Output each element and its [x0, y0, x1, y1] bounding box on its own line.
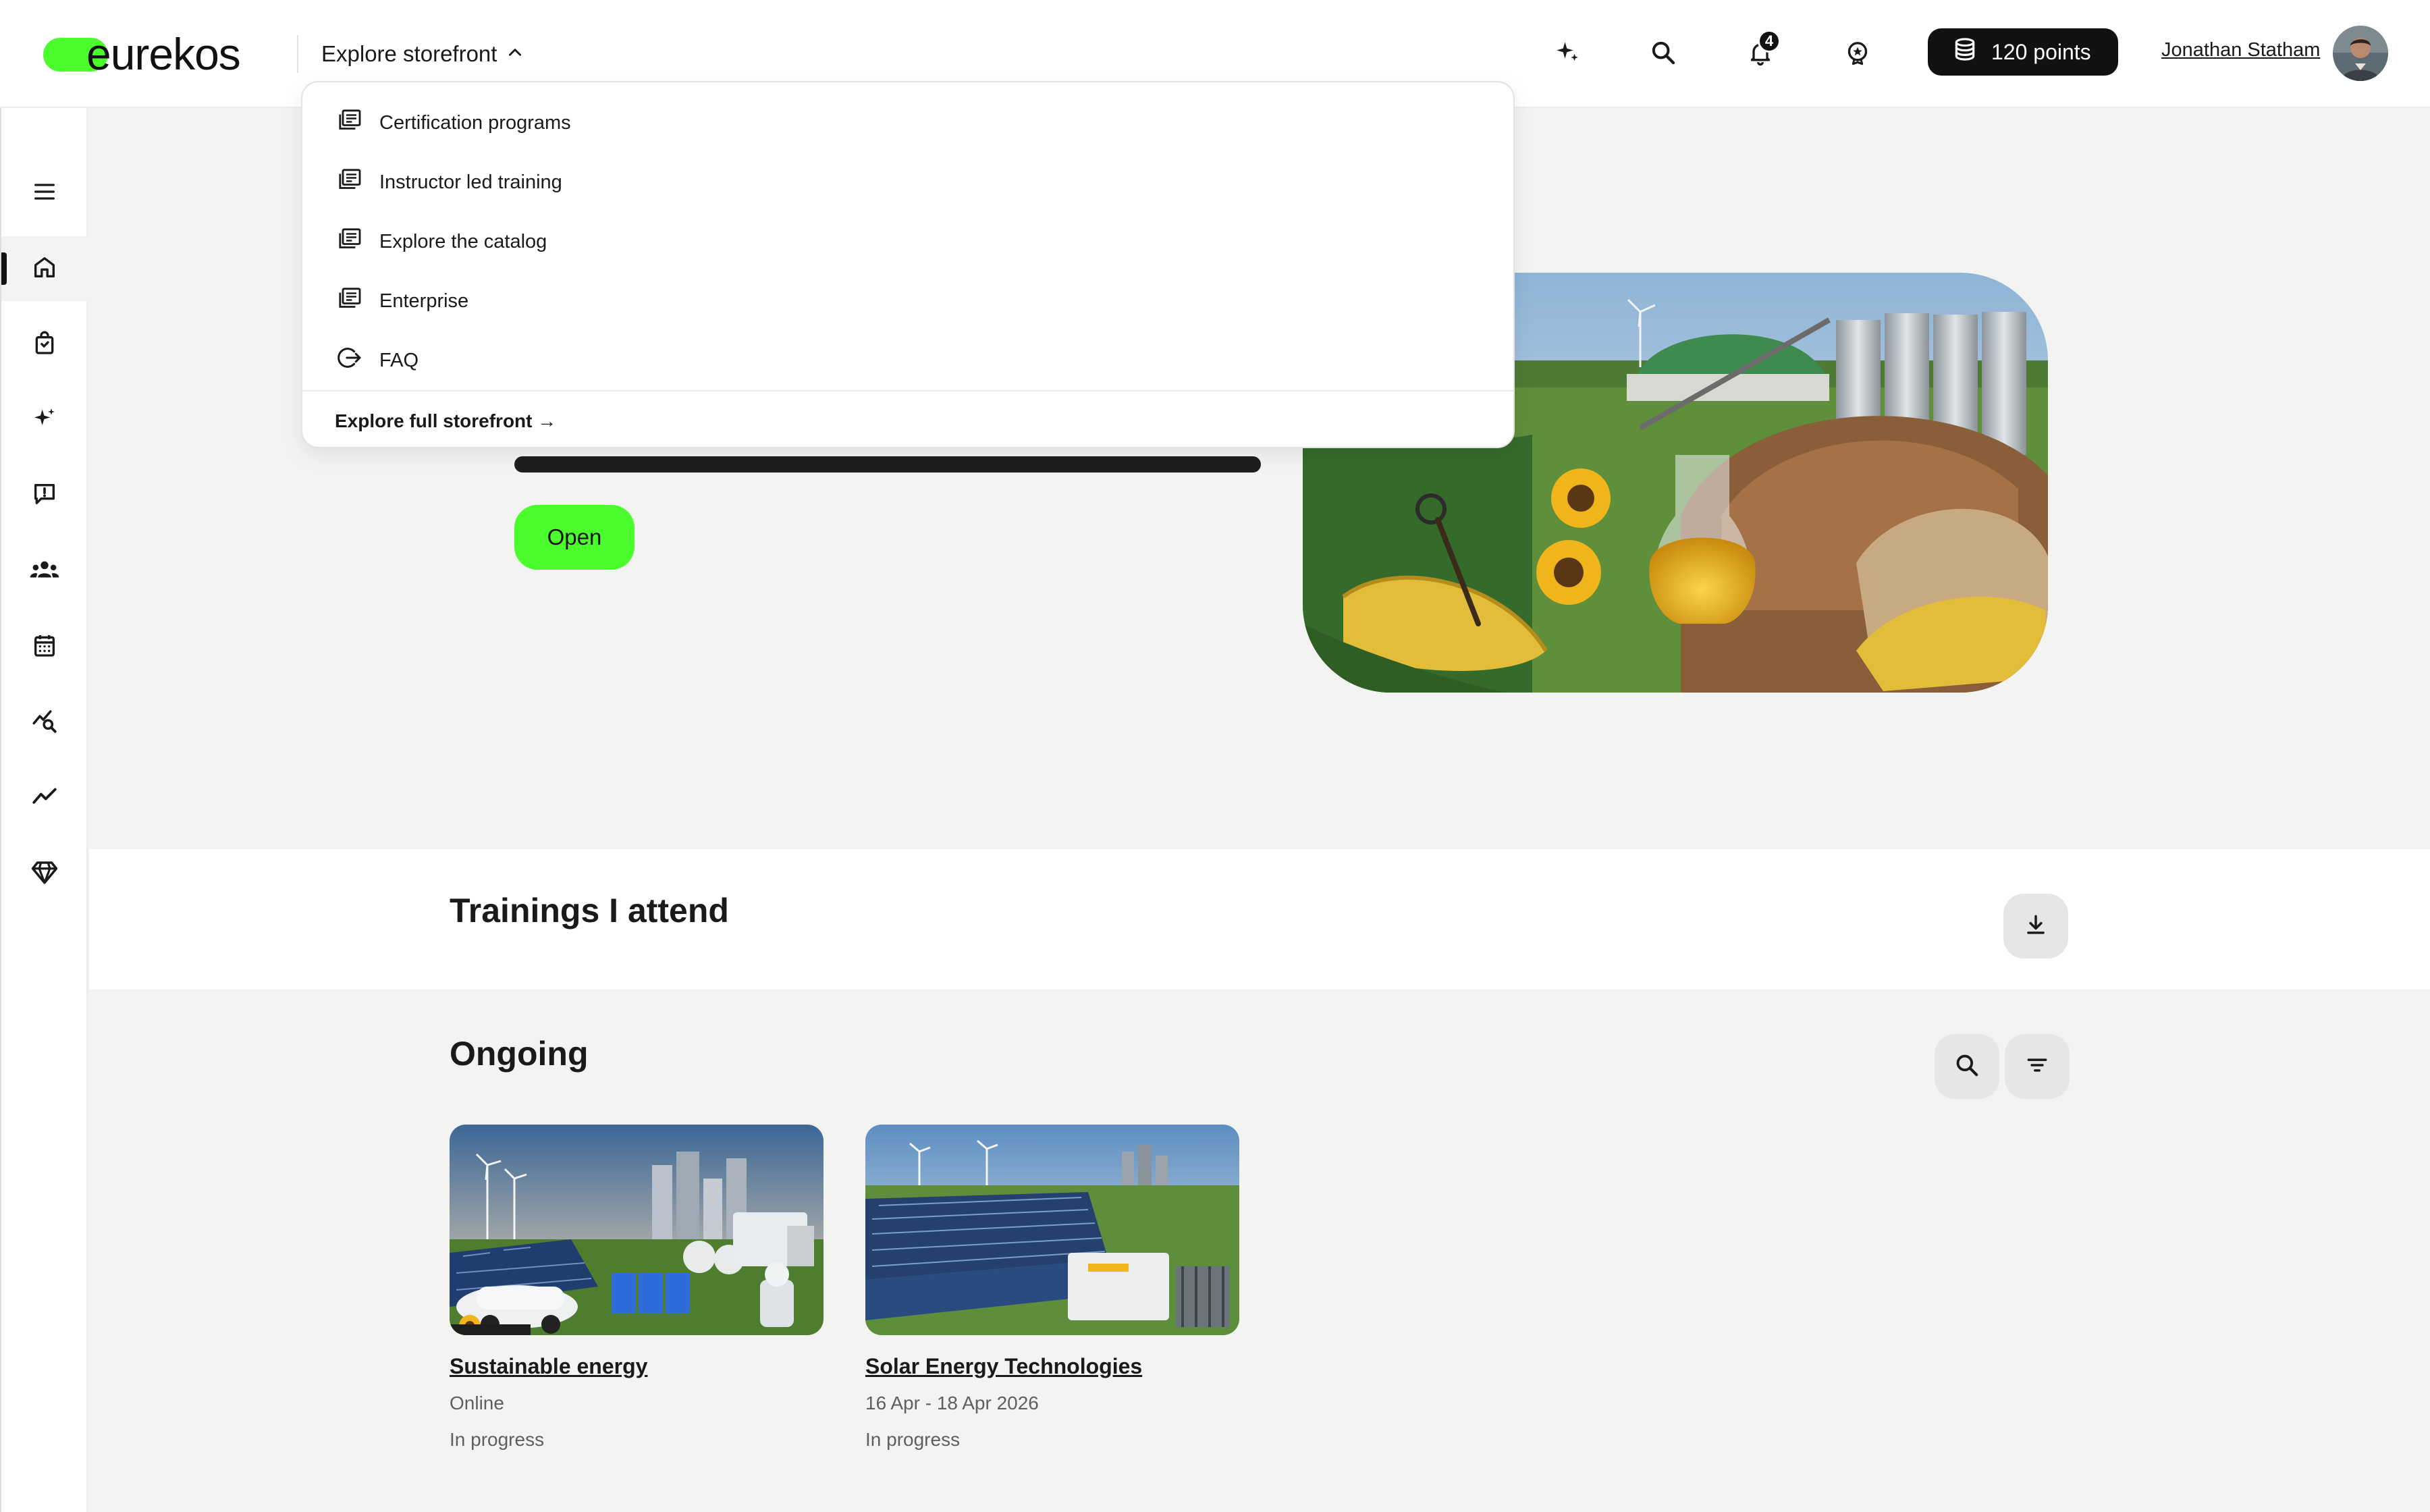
analytics-search-icon [30, 707, 59, 738]
menu-item-faq[interactable]: FAQ [336, 340, 418, 381]
download-icon [2023, 912, 2049, 941]
card-status: In progress [865, 1429, 961, 1450]
notifications-button[interactable]: 4 [1739, 30, 1782, 76]
ongoing-title: Ongoing [450, 1035, 589, 1073]
chevron-up-icon [506, 41, 524, 67]
ongoing-search-button[interactable] [1935, 1034, 1999, 1099]
explore-storefront-toggle[interactable]: Explore storefront [321, 34, 524, 74]
explore-storefront-dropdown: Certification programs Instructor led tr… [301, 81, 1515, 448]
solar-energy-thumbnail [865, 1125, 1239, 1335]
sidebar-item-analytics[interactable] [1, 690, 88, 755]
sidebar-item-calendar[interactable] [1, 614, 88, 679]
sidebar-item-groups[interactable] [1, 539, 88, 603]
hero-progress-bar [514, 456, 1261, 473]
sparkle-icon [31, 405, 58, 435]
document-list-icon [336, 285, 363, 317]
menu-item-explore-catalog[interactable]: Explore the catalog [336, 221, 547, 262]
groups-icon [29, 556, 60, 587]
diamond-icon [30, 858, 59, 890]
menu-item-enterprise[interactable]: Enterprise [336, 281, 468, 321]
menu-item-label: Enterprise [379, 290, 469, 312]
sidebar-menu-toggle[interactable] [1, 161, 88, 225]
points-button[interactable]: 120 points [1928, 28, 2118, 76]
menu-item-certification-programs[interactable]: Certification programs [336, 103, 571, 143]
training-card[interactable]: Sustainable energy Online In progress [450, 1125, 824, 1451]
card-status: In progress [450, 1429, 545, 1450]
feedback-icon [31, 481, 58, 511]
external-arrow-icon [336, 344, 363, 377]
header-divider [297, 35, 298, 73]
search-icon [1954, 1052, 1980, 1081]
achievements-button[interactable] [1836, 32, 1879, 76]
sparkle-icon [1553, 38, 1582, 70]
search-button[interactable] [1642, 32, 1685, 76]
ongoing-filter-button[interactable] [2005, 1034, 2070, 1099]
avatar[interactable] [2333, 26, 2388, 81]
trainings-title: Trainings I attend [450, 892, 729, 929]
open-button[interactable]: Open [514, 505, 634, 570]
menu-item-label: FAQ [379, 349, 419, 371]
sidebar-item-home[interactable] [1, 236, 88, 301]
card-title[interactable]: Sustainable energy [450, 1354, 824, 1379]
side-navigation [0, 108, 88, 1512]
document-list-icon [336, 107, 363, 139]
calendar-icon [31, 632, 58, 662]
explore-full-storefront-link[interactable]: Explore full storefront → [335, 402, 556, 440]
points-label: 120 points [1991, 39, 2091, 64]
menu-icon [31, 178, 58, 209]
menu-item-label: Certification programs [379, 111, 571, 134]
card-dates: 16 Apr - 18 Apr 2026 [865, 1393, 1039, 1413]
coin-stack-icon [1952, 36, 1978, 68]
search-icon [1650, 39, 1677, 70]
filter-icon [2024, 1052, 2050, 1081]
card-title[interactable]: Solar Energy Technologies [865, 1354, 1239, 1379]
shopping-bag-icon [31, 329, 58, 360]
dropdown-divider [302, 390, 1513, 392]
home-icon [31, 254, 58, 284]
document-list-icon [336, 166, 363, 198]
trainings-section-header: Trainings I attend [89, 849, 2430, 990]
trend-icon [30, 782, 59, 814]
eurekos-logo[interactable]: eurekos [43, 27, 241, 81]
sidebar-item-feedback[interactable] [1, 463, 88, 528]
card-delivery: Online [450, 1393, 504, 1413]
download-button[interactable] [2003, 894, 2068, 959]
menu-item-label: Explore the catalog [379, 230, 547, 252]
card-progress-bar [450, 1324, 531, 1335]
explore-full-storefront-label: Explore full storefront → [335, 410, 557, 431]
document-list-icon [336, 225, 363, 258]
sidebar-item-shop[interactable] [1, 312, 88, 377]
logo-text: eurekos [86, 29, 241, 79]
ai-sparkle-button[interactable] [1546, 32, 1589, 76]
sidebar-item-ai[interactable] [1, 387, 88, 452]
user-name-link[interactable]: Jonathan Statham [2161, 39, 2320, 61]
sidebar-item-premium[interactable] [1, 841, 88, 906]
training-card[interactable]: Solar Energy Technologies 16 Apr - 18 Ap… [865, 1125, 1239, 1451]
sidebar-item-reports[interactable] [1, 765, 88, 830]
sustainable-energy-thumbnail [450, 1125, 824, 1335]
award-badge-icon [1844, 39, 1871, 70]
notification-count-badge: 4 [1758, 30, 1781, 53]
menu-item-label: Instructor led training [379, 171, 562, 193]
menu-item-instructor-led-training[interactable]: Instructor led training [336, 162, 562, 202]
explore-storefront-label: Explore storefront [321, 41, 497, 66]
